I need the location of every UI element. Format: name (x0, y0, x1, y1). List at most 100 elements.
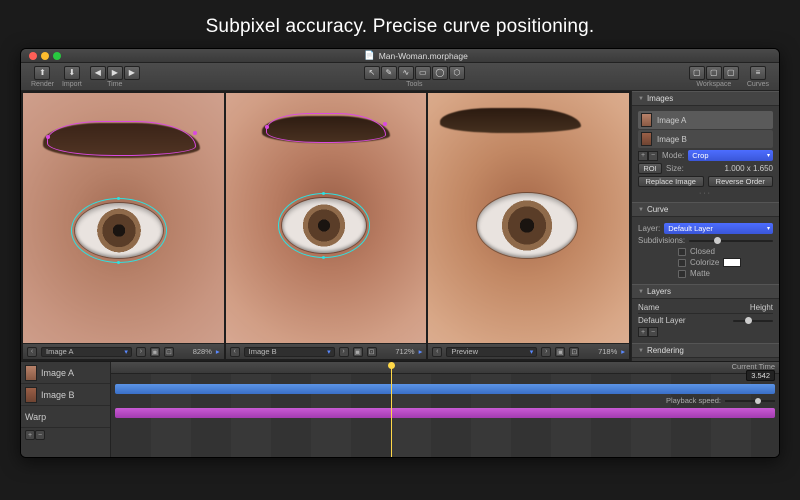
zoom-readout: 718% (583, 347, 617, 356)
panel-images-header[interactable]: Images (632, 91, 779, 106)
zoom-stepper-icon[interactable]: ▸ (216, 347, 220, 356)
marketing-headline: Subpixel accuracy. Precise curve positio… (0, 0, 800, 48)
zoom-icon[interactable] (53, 52, 61, 60)
actual-size-button[interactable]: ⊡ (164, 347, 174, 357)
remove-track-button[interactable]: − (35, 430, 45, 440)
tool-curve[interactable]: ∿ (398, 66, 414, 80)
size-label: Size: (666, 164, 684, 173)
remove-layer-button[interactable]: − (648, 327, 658, 337)
subdivisions-label: Subdivisions: (638, 236, 685, 245)
time-start-button[interactable]: ◀ (90, 66, 106, 80)
time-end-button[interactable]: ▶ (124, 66, 140, 80)
canvas-preview[interactable] (428, 93, 629, 343)
playhead[interactable] (391, 362, 392, 457)
workspace-a-button[interactable]: ▢ (689, 66, 705, 80)
image-list-item[interactable]: Image B (638, 130, 773, 148)
document-icon: 📄 (364, 50, 375, 61)
matte-checkbox[interactable] (678, 270, 686, 278)
render-label: Render (31, 81, 54, 88)
playback-speed-label: Playback speed: (666, 396, 721, 405)
tool-mask[interactable]: ⬡ (449, 66, 465, 80)
timeline-track-header[interactable]: Image B (21, 384, 110, 406)
prev-image-button[interactable]: ‹ (27, 347, 37, 357)
curve-layer-label: Layer: (638, 224, 660, 233)
document-title: 📄 Man-Woman.morphage (364, 50, 468, 61)
actual-size-button[interactable]: ⊡ (569, 347, 579, 357)
tool-pointer[interactable]: ↖ (364, 66, 380, 80)
fit-button[interactable]: ▣ (150, 347, 160, 357)
next-image-button[interactable]: › (339, 347, 349, 357)
tool-rect[interactable]: ▭ (415, 66, 431, 80)
image-list-item[interactable]: Image A (638, 111, 773, 129)
panel-layers-header[interactable]: Layers (632, 284, 779, 299)
add-image-button[interactable]: + (638, 151, 648, 161)
close-icon[interactable] (29, 52, 37, 60)
curves-panel-button[interactable]: ≡ (750, 66, 766, 80)
zoom-stepper-icon[interactable]: ▸ (419, 347, 423, 356)
timeline-tracks[interactable]: Current Time3.542 Playback speed: (111, 362, 779, 457)
curves-label: Curves (747, 81, 769, 88)
viewport-a-selector[interactable]: Image A (41, 347, 132, 357)
import-label: Import (62, 81, 82, 88)
curve-layer-dropdown[interactable]: Default Layer (664, 223, 773, 234)
canvas-image-a[interactable] (23, 93, 224, 343)
zoom-readout: 828% (178, 347, 212, 356)
size-value: 1.000 x 1.650 (688, 164, 773, 173)
workspace-b-button[interactable]: ▢ (706, 66, 722, 80)
render-button[interactable]: ⬆ (34, 66, 50, 80)
minimize-icon[interactable] (41, 52, 49, 60)
layer-row[interactable]: Default Layer (638, 316, 773, 325)
time-label: Time (107, 81, 122, 88)
remove-image-button[interactable]: − (648, 151, 658, 161)
time-play-button[interactable]: ▶ (107, 66, 123, 80)
layers-col-name: Name (638, 303, 750, 312)
viewport-image-a: ‹ Image A › ▣ ⊡ 828% ▸ (23, 93, 224, 359)
viewport-preview-selector[interactable]: Preview (446, 347, 537, 357)
replace-image-button[interactable]: Replace Image (638, 176, 704, 187)
app-window: 📄 Man-Woman.morphage ⬆ Render ⬇ Import ◀… (20, 48, 780, 458)
colorize-checkbox[interactable] (678, 259, 686, 267)
layer-height-slider[interactable] (733, 320, 773, 322)
workspace-c-button[interactable]: ▢ (723, 66, 739, 80)
playback-speed-slider[interactable] (725, 400, 775, 402)
tools-label: Tools (406, 81, 422, 88)
fit-button[interactable]: ▣ (353, 347, 363, 357)
add-track-button[interactable]: + (25, 430, 35, 440)
next-image-button[interactable]: › (136, 347, 146, 357)
closed-checkbox[interactable] (678, 248, 686, 256)
roi-button[interactable]: ROI (638, 163, 662, 174)
canvas-image-b[interactable] (226, 93, 427, 343)
viewport-preview: ‹ Preview › ▣ ⊡ 718% ▸ (428, 93, 629, 359)
tool-ellipse[interactable]: ◯ (432, 66, 448, 80)
viewport-b-selector[interactable]: Image B (244, 347, 335, 357)
timeline: Image A Image B Warp + − Current Time3.5… (21, 361, 779, 457)
fit-button[interactable]: ▣ (555, 347, 565, 357)
subdivisions-slider[interactable] (689, 240, 773, 242)
prev-image-button[interactable]: ‹ (230, 347, 240, 357)
viewport-image-b: ‹ Image B › ▣ ⊡ 712% ▸ (226, 93, 427, 359)
track-bar-image-a[interactable] (115, 384, 775, 394)
track-bar-image-b[interactable] (115, 408, 775, 418)
panel-curve-header[interactable]: Curve (632, 202, 779, 217)
next-image-button[interactable]: › (541, 347, 551, 357)
prev-image-button[interactable]: ‹ (432, 347, 442, 357)
tool-pen[interactable]: ✎ (381, 66, 397, 80)
mode-label: Mode: (662, 151, 684, 160)
layers-col-height: Height (750, 303, 773, 312)
window-titlebar: 📄 Man-Woman.morphage (21, 49, 779, 63)
import-button[interactable]: ⬇ (64, 66, 80, 80)
workspace-label: Workspace (696, 81, 731, 88)
actual-size-button[interactable]: ⊡ (367, 347, 377, 357)
add-layer-button[interactable]: + (638, 327, 648, 337)
more-indicator: ··· (638, 189, 773, 198)
mode-dropdown[interactable]: Crop (688, 150, 773, 161)
reverse-order-button[interactable]: Reverse Order (708, 176, 774, 187)
timeline-track-header[interactable]: Image A (21, 362, 110, 384)
zoom-readout: 712% (381, 347, 415, 356)
colorize-swatch[interactable] (723, 258, 741, 267)
panel-rendering-header[interactable]: Rendering (632, 343, 779, 358)
timeline-track-header[interactable]: Warp (21, 406, 110, 428)
zoom-stepper-icon[interactable]: ▸ (621, 347, 625, 356)
timeline-ruler[interactable]: Current Time3.542 (111, 362, 779, 374)
current-time-value: 3.542 (746, 370, 775, 381)
